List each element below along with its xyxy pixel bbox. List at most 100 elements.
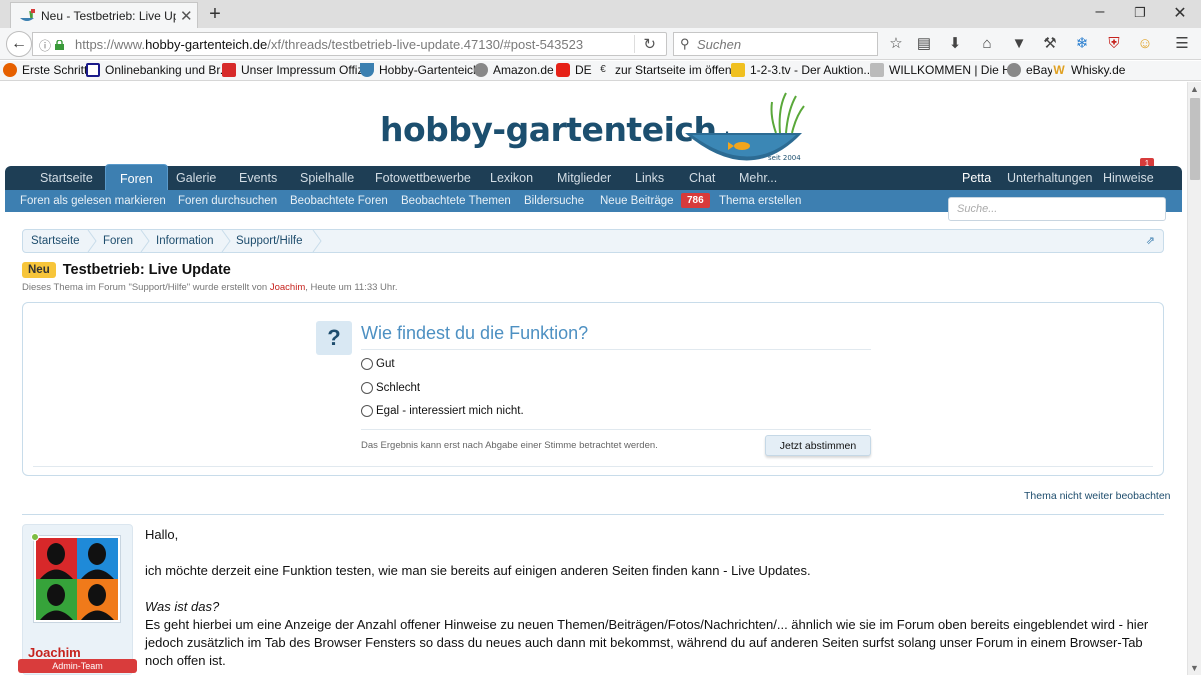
bookmark-item[interactable]: Onlinebanking und Br... bbox=[86, 63, 230, 77]
breadcrumb-separator-icon bbox=[221, 230, 231, 252]
ublock-icon[interactable]: ⛨ bbox=[1104, 34, 1124, 54]
smiley-icon[interactable]: ☺ bbox=[1135, 34, 1155, 54]
bookmark-item[interactable]: WILLKOMMEN | Die H... bbox=[870, 63, 1021, 77]
browser-navbar: ← ⓘ https://www.hobby-gartenteich.de/xf/… bbox=[0, 28, 1201, 60]
scroll-down-icon[interactable]: ▼ bbox=[1190, 663, 1199, 673]
avatar-portrait-icon bbox=[77, 579, 118, 620]
site-favicon-icon bbox=[19, 8, 35, 23]
nav-foren[interactable]: Foren bbox=[105, 164, 168, 190]
jump-to-icon[interactable]: ⇗ bbox=[1146, 234, 1155, 247]
nav-lexikon[interactable]: Lexikon bbox=[490, 166, 533, 190]
nav-unterhaltungen[interactable]: Unterhaltungen bbox=[1007, 166, 1092, 190]
browser-tabbar: Neu - Testbetrieb: Live Up... ✕ + – ❐ ✕ bbox=[0, 0, 1201, 28]
radio-button[interactable] bbox=[361, 358, 373, 370]
minimize-button[interactable]: – bbox=[1085, 3, 1115, 21]
create-thread-link[interactable]: Thema erstellen bbox=[719, 190, 801, 212]
bookmark-item[interactable]: W Whisky.de bbox=[1052, 63, 1125, 77]
nav-hinweise[interactable]: Hinweise bbox=[1103, 166, 1154, 190]
thread-title: Testbetrieb: Live Update bbox=[62, 262, 231, 278]
poll-container: ? Wie findest du die Funktion? Gut Schle… bbox=[22, 302, 1164, 476]
nav-mehr[interactable]: Mehr... bbox=[739, 166, 777, 190]
whisky-icon: W bbox=[1052, 63, 1066, 77]
avatar-portrait-icon bbox=[36, 538, 77, 579]
mark-forums-read-link[interactable]: Foren als gelesen markieren bbox=[20, 190, 166, 212]
page-scrollbar[interactable]: ▲ ▼ bbox=[1187, 82, 1201, 675]
new-badge: Neu bbox=[22, 262, 56, 278]
post-author-name[interactable]: Joachim bbox=[28, 645, 81, 660]
bookmark-item[interactable]: Hobby-Gartenteich bbox=[360, 63, 480, 77]
poll-option-schlecht[interactable]: Schlecht bbox=[361, 382, 420, 394]
bookmark-item[interactable]: DE bbox=[556, 63, 592, 77]
back-button[interactable]: ← bbox=[6, 31, 32, 57]
vote-button[interactable]: Jetzt abstimmen bbox=[765, 435, 871, 456]
nav-galerie[interactable]: Galerie bbox=[176, 166, 216, 190]
poll-option-gut[interactable]: Gut bbox=[361, 358, 395, 370]
nav-spielhalle[interactable]: Spielhalle bbox=[300, 166, 354, 190]
breadcrumb-support-hilfe[interactable]: Support/Hilfe bbox=[236, 230, 302, 252]
breadcrumb-information[interactable]: Information bbox=[156, 230, 214, 252]
reading-list-icon[interactable]: ▤ bbox=[914, 34, 934, 54]
nav-fotowettbewerbe[interactable]: Fotowettbewerbe bbox=[375, 166, 471, 190]
restore-button[interactable]: ❐ bbox=[1125, 5, 1155, 21]
divider bbox=[22, 514, 1164, 515]
key-icon bbox=[870, 63, 884, 77]
poll-option-egal[interactable]: Egal - interessiert mich nicht. bbox=[361, 405, 524, 417]
new-tab-button[interactable]: + bbox=[205, 3, 225, 26]
bookmark-item[interactable]: Unser Impressum Offiz... bbox=[222, 63, 373, 77]
nav-mitglieder[interactable]: Mitglieder bbox=[557, 166, 611, 190]
bookmark-item[interactable]: € zur Startseite im öffent... bbox=[596, 63, 745, 77]
avatar-portrait-icon bbox=[36, 579, 77, 620]
home-icon[interactable]: ⌂ bbox=[977, 34, 997, 54]
bank-icon bbox=[86, 63, 100, 77]
tab-close-icon[interactable]: ✕ bbox=[180, 7, 193, 25]
bookmark-item[interactable]: Erste Schritte bbox=[3, 63, 94, 77]
pocket-icon[interactable]: ▼ bbox=[1009, 34, 1029, 54]
bookmark-item[interactable]: Amazon.de bbox=[474, 63, 554, 77]
arrow-left-icon: ← bbox=[11, 35, 27, 52]
globe-icon bbox=[1007, 63, 1021, 77]
thread-author-link[interactable]: Joachim bbox=[270, 282, 305, 293]
info-icon[interactable]: ⓘ bbox=[39, 37, 51, 54]
nav-startseite[interactable]: Startseite bbox=[40, 166, 93, 190]
post-body: Hallo, ich möchte derzeit eine Funktion … bbox=[145, 526, 1155, 670]
radio-button[interactable] bbox=[361, 405, 373, 417]
scrollbar-thumb[interactable] bbox=[1190, 98, 1200, 180]
post-subheading: Was ist das? bbox=[145, 599, 220, 614]
url-bar[interactable]: ⓘ https://www.hobby-gartenteich.de/xf/th… bbox=[32, 32, 667, 56]
breadcrumb-startseite[interactable]: Startseite bbox=[31, 230, 80, 252]
svg-text:seit 2004: seit 2004 bbox=[768, 154, 801, 162]
nav-user-petta[interactable]: Petta bbox=[962, 166, 991, 190]
browser-tab[interactable]: Neu - Testbetrieb: Live Up... ✕ bbox=[10, 2, 198, 28]
bookmark-star-icon[interactable]: ☆ bbox=[886, 34, 906, 54]
site-search-input[interactable]: Suche... bbox=[948, 197, 1166, 221]
url-text[interactable]: https://www.hobby-gartenteich.de/xf/thre… bbox=[75, 37, 583, 52]
unwatch-thread-link[interactable]: Thema nicht weiter beobachten bbox=[1024, 490, 1171, 502]
lock-icon bbox=[55, 39, 64, 50]
tools-icon[interactable]: ⚒ bbox=[1040, 34, 1060, 54]
breadcrumb-separator-icon bbox=[312, 230, 322, 252]
nav-chat[interactable]: Chat bbox=[689, 166, 715, 190]
poll-note: Das Ergebnis kann erst nach Abgabe einer… bbox=[361, 440, 658, 451]
avatar[interactable] bbox=[33, 535, 121, 623]
search-forums-link[interactable]: Foren durchsuchen bbox=[178, 190, 277, 212]
site-favicon-icon bbox=[360, 63, 374, 77]
image-search-link[interactable]: Bildersuche bbox=[524, 190, 584, 212]
scroll-up-icon[interactable]: ▲ bbox=[1190, 84, 1199, 94]
watched-threads-link[interactable]: Beobachtete Themen bbox=[401, 190, 511, 212]
new-posts-link[interactable]: Neue Beiträge bbox=[600, 190, 674, 212]
extension-snowflake-icon[interactable]: ❄ bbox=[1072, 34, 1092, 54]
reload-icon[interactable]: ↻ bbox=[634, 35, 656, 53]
watched-forums-link[interactable]: Beobachtete Foren bbox=[290, 190, 388, 212]
breadcrumb-foren[interactable]: Foren bbox=[103, 230, 133, 252]
nav-events[interactable]: Events bbox=[239, 166, 277, 190]
radio-button[interactable] bbox=[361, 382, 373, 394]
close-window-button[interactable]: ✕ bbox=[1165, 3, 1195, 23]
menu-icon[interactable]: ☰ bbox=[1172, 34, 1192, 54]
tab-title: Neu - Testbetrieb: Live Up... bbox=[41, 8, 176, 23]
bookmark-item[interactable]: 1-2-3.tv - Der Auktion... bbox=[731, 63, 873, 77]
download-icon[interactable]: ⬇ bbox=[945, 34, 965, 54]
web-page: hobby-gartenteich.de seit 2004 1 Startse… bbox=[0, 82, 1187, 675]
bookmark-item[interactable]: eBay bbox=[1007, 63, 1053, 77]
nav-links[interactable]: Links bbox=[635, 166, 664, 190]
browser-search-input[interactable]: ⚲ Suchen bbox=[673, 32, 878, 56]
